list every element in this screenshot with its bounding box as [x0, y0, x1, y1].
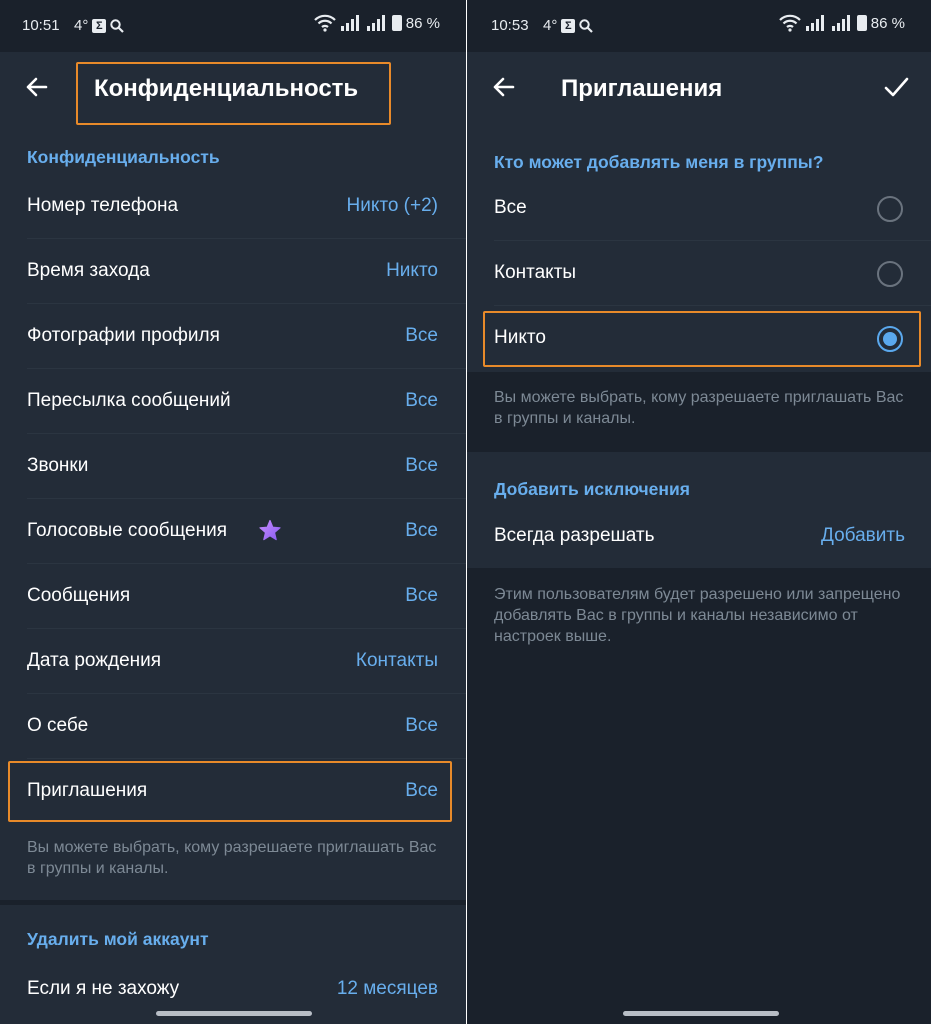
app-bar: Приглашения: [467, 52, 931, 124]
status-system-icons: 86 %: [779, 14, 905, 32]
signal-icon-1: [340, 15, 359, 31]
search-icon: [579, 18, 594, 33]
setting-label: Если я не захожу: [27, 978, 180, 999]
status-bar: 10:53 4° Σ 86 %: [467, 0, 931, 52]
setting-row-bio[interactable]: О себе Все: [0, 694, 466, 759]
setting-row-birthday[interactable]: Дата рождения Контакты: [0, 629, 466, 694]
confirm-check-icon[interactable]: [883, 74, 909, 100]
setting-value: Все: [405, 520, 438, 541]
option-row-everybody[interactable]: Все: [467, 176, 931, 241]
sigma-app-icon: Σ: [92, 18, 107, 33]
sigma-app-icon: Σ: [561, 18, 576, 33]
battery-icon: [856, 15, 867, 31]
setting-value: Никто: [386, 260, 438, 281]
signal-icon-1: [805, 15, 824, 31]
setting-value: Никто (+2): [346, 195, 438, 216]
radio-contacts[interactable]: [877, 261, 903, 287]
status-system-icons: 86 %: [314, 14, 440, 32]
setting-value: Все: [405, 455, 438, 476]
always-allow-row[interactable]: Всегда разрешать Добавить: [467, 504, 931, 569]
always-allow-label: Всегда разрешать: [494, 525, 655, 546]
status-temperature: 4°: [543, 17, 558, 34]
setting-value: 12 месяцев: [336, 978, 438, 999]
search-icon: [110, 18, 125, 33]
section-header-delete-account: Удалить мой аккаунт: [27, 929, 209, 949]
setting-label: О себе: [27, 715, 89, 736]
privacy-section: Конфиденциальность Номер телефона Никто …: [0, 124, 466, 900]
add-exception-button[interactable]: Добавить: [821, 525, 905, 547]
app-bar: Конфиденциальность: [0, 52, 466, 124]
setting-value: Контакты: [355, 650, 438, 671]
page-title: Конфиденциальность: [94, 75, 359, 102]
status-bar: 10:51 4° Σ 86 %: [0, 0, 466, 52]
setting-label: Голосовые сообщения: [27, 520, 228, 541]
setting-row-last-seen[interactable]: Время захода Никто: [0, 239, 466, 304]
option-row-nobody[interactable]: Никто: [467, 306, 931, 371]
radio-nobody[interactable]: [877, 326, 903, 352]
setting-label: Дата рождения: [27, 650, 162, 671]
signal-icon-2: [366, 15, 385, 31]
status-time: 10:53: [491, 17, 529, 34]
option-label: Никто: [494, 327, 546, 348]
option-label: Все: [494, 197, 527, 218]
section-header-privacy: Конфиденциальность: [27, 147, 220, 167]
setting-label: Фотографии профиля: [27, 325, 220, 346]
who-can-add-section: Кто может добавлять меня в группы? Все К…: [467, 124, 931, 372]
setting-value: Все: [405, 715, 438, 736]
setting-value: Все: [405, 780, 438, 801]
status-notifications: 4° Σ: [74, 17, 125, 34]
delete-account-section: Удалить мой аккаунт Если я не захожу 12 …: [0, 905, 466, 1024]
setting-row-messages[interactable]: Сообщения Все: [0, 564, 466, 629]
who-can-add-note: Вы можете выбрать, кому разрешаете пригл…: [494, 389, 904, 427]
setting-row-phone[interactable]: Номер телефона Никто (+2): [0, 174, 466, 239]
section-header-exceptions: Добавить исключения: [494, 479, 690, 499]
setting-label: Номер телефона: [27, 195, 179, 216]
section-header-who-can-add: Кто может добавлять меня в группы?: [494, 152, 824, 172]
status-notifications: 4° Σ: [543, 17, 594, 34]
back-arrow-icon[interactable]: [24, 74, 50, 100]
setting-value: Все: [405, 390, 438, 411]
status-temperature: 4°: [74, 17, 89, 34]
exceptions-section: Добавить исключения Всегда разрешать Доб…: [467, 452, 931, 568]
setting-row-calls[interactable]: Звонки Все: [0, 434, 466, 499]
setting-label: Приглашения: [27, 780, 148, 801]
home-indicator: [623, 1011, 779, 1016]
home-indicator: [156, 1011, 312, 1016]
setting-row-invites[interactable]: Приглашения Все: [0, 759, 466, 824]
setting-row-profile-photos[interactable]: Фотографии профиля Все: [0, 304, 466, 369]
option-row-contacts[interactable]: Контакты: [467, 241, 931, 306]
status-time: 10:51: [22, 17, 60, 34]
battery-percent: 86 %: [405, 14, 440, 32]
battery-percent: 86 %: [870, 14, 905, 32]
signal-icon-2: [831, 15, 850, 31]
privacy-screen: 10:51 4° Σ 86 % Конфиденциальность Конфи…: [0, 0, 466, 1024]
setting-label: Звонки: [27, 455, 89, 476]
wifi-icon: [314, 14, 336, 32]
setting-value: Все: [405, 325, 438, 346]
invites-screen: 10:53 4° Σ 86 % Приглашения Кто может до…: [467, 0, 931, 1024]
wifi-icon: [779, 14, 801, 32]
setting-label: Время захода: [27, 260, 150, 281]
invites-note: Вы можете выбрать, кому разрешаете пригл…: [27, 839, 437, 877]
premium-star-icon: [259, 519, 281, 541]
setting-row-voice-messages[interactable]: Голосовые сообщения Все: [0, 499, 466, 564]
back-arrow-icon[interactable]: [491, 74, 517, 100]
radio-everybody[interactable]: [877, 196, 903, 222]
battery-icon: [391, 15, 402, 31]
setting-value: Все: [405, 585, 438, 606]
setting-label: Пересылка сообщений: [27, 390, 231, 411]
exceptions-note: Этим пользователям будет разрешено или з…: [494, 586, 901, 645]
option-label: Контакты: [494, 262, 577, 283]
setting-row-forwarded-messages[interactable]: Пересылка сообщений Все: [0, 369, 466, 434]
setting-label: Сообщения: [27, 585, 131, 606]
page-title: Приглашения: [561, 75, 723, 102]
